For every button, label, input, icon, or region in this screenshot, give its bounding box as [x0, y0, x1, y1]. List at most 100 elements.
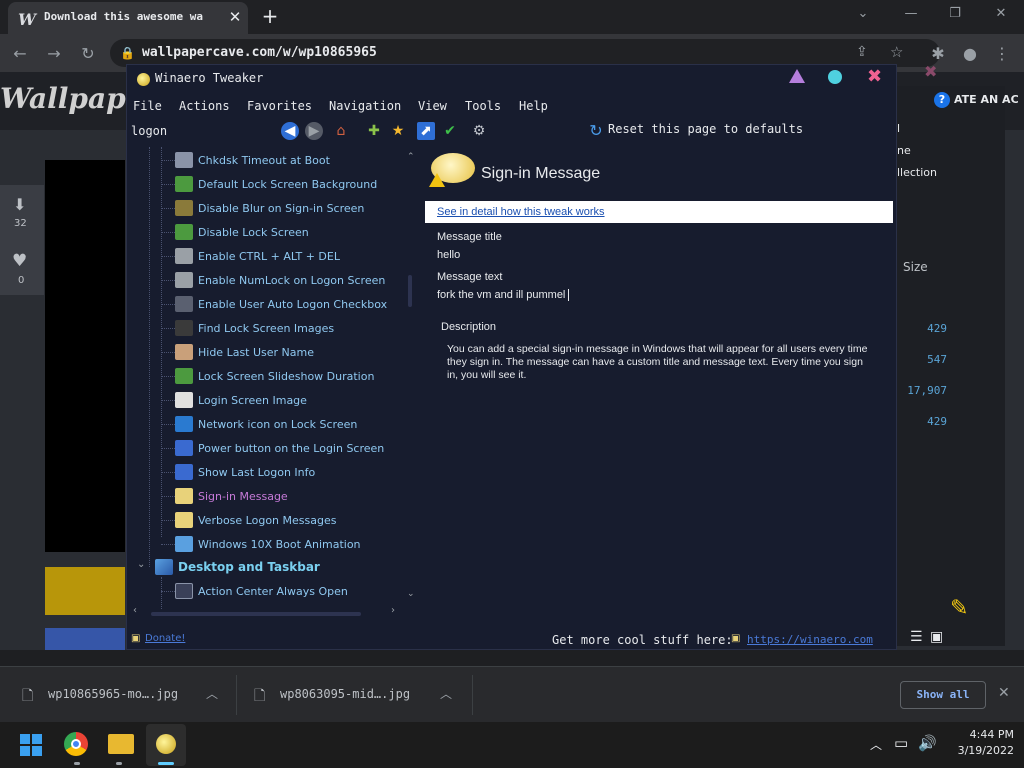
- tree-item[interactable]: Login Screen Image: [175, 389, 307, 411]
- checkmark-icon[interactable]: ✔: [441, 122, 459, 140]
- network-icon[interactable]: ▭: [894, 734, 908, 752]
- thumbnail-blue[interactable]: [45, 628, 125, 650]
- heart-icon[interactable]: ♥: [12, 251, 27, 271]
- browser-tab[interactable]: W Download this awesome wa ✕: [8, 2, 248, 34]
- menu-kebab-icon[interactable]: ⋮: [990, 42, 1014, 66]
- restore-button[interactable]: ❐: [940, 6, 970, 26]
- tree-item-icon: [175, 512, 193, 528]
- bookmark-star-icon[interactable]: ☆: [890, 43, 903, 61]
- background-close-icon[interactable]: ✖: [924, 62, 937, 81]
- list-view-icon[interactable]: ☰: [910, 629, 923, 645]
- tree-item[interactable]: Lock Screen Slideshow Duration: [175, 365, 374, 387]
- forward-arrow-icon[interactable]: ▶: [305, 122, 323, 140]
- tree-item[interactable]: Default Lock Screen Background: [175, 173, 377, 195]
- tree-item[interactable]: Show Last Logon Info: [175, 461, 315, 483]
- search-input[interactable]: logon: [131, 124, 167, 138]
- file-explorer-icon[interactable]: [108, 734, 134, 754]
- winaero-link[interactable]: https://winaero.com: [747, 633, 873, 646]
- reload-button[interactable]: ↻: [76, 42, 100, 66]
- profile-icon[interactable]: ●: [958, 42, 982, 66]
- scroll-up-icon[interactable]: ⌃: [407, 152, 415, 162]
- download-item[interactable]: 🗋 wp10865965-mo….jpg ︿: [0, 673, 236, 717]
- address-bar[interactable]: 🔒 wallpapercave.com/w/wp10865965 ⇪ ☆: [110, 39, 940, 67]
- download-icon[interactable]: ⬇: [13, 195, 26, 214]
- donate-link[interactable]: Donate!: [145, 633, 185, 644]
- tweak-detail-link[interactable]: See in detail how this tweak works: [437, 206, 605, 218]
- tree-item[interactable]: Enable NumLock on Logon Screen: [175, 269, 385, 291]
- wallpaper-preview[interactable]: [45, 160, 125, 552]
- thumbnail-yellow[interactable]: [45, 567, 125, 615]
- menu-file[interactable]: File: [133, 99, 162, 113]
- show-all-button[interactable]: Show all: [900, 681, 986, 709]
- tree-item[interactable]: Disable Lock Screen: [175, 221, 309, 243]
- tree-item[interactable]: Verbose Logon Messages: [175, 509, 336, 531]
- tray-chevron-icon[interactable]: ︿: [870, 736, 882, 753]
- help-icon[interactable]: ?: [934, 92, 950, 108]
- tree-hscrollbar[interactable]: ‹ ›: [133, 605, 403, 619]
- scroll-left-icon[interactable]: ‹: [133, 605, 137, 616]
- clock[interactable]: 4:44 PM 3/19/2022: [944, 728, 1014, 757]
- window-view-icon[interactable]: ▣: [930, 629, 943, 645]
- settings-gear-icon[interactable]: ⚙: [470, 122, 488, 140]
- tab-close-icon[interactable]: ✕: [226, 8, 244, 26]
- volume-icon[interactable]: 🔊: [918, 734, 937, 752]
- header-action-button[interactable]: ATE AN AC: [954, 93, 1019, 106]
- download-item[interactable]: 🗋 wp8063095-mid….jpg ︿: [236, 673, 472, 717]
- favorites-star-icon[interactable]: ★: [389, 122, 407, 140]
- message-text-input[interactable]: fork the vm and ill pummel: [437, 289, 877, 305]
- tree-item[interactable]: Enable User Auto Logon Checkbox: [175, 293, 387, 315]
- close-window-button[interactable]: ✕: [986, 6, 1016, 26]
- tree-item-label: Chkdsk Timeout at Boot: [198, 153, 330, 167]
- download-options-chevron-icon[interactable]: ︿: [206, 685, 218, 702]
- close-app-button[interactable]: ✖: [867, 66, 882, 87]
- hscroll-thumb[interactable]: [151, 612, 361, 616]
- minimize-button[interactable]: —: [896, 6, 926, 26]
- tree-item[interactable]: Disable Blur on Sign-in Screen: [175, 197, 364, 219]
- message-title-input[interactable]: hello: [437, 249, 877, 265]
- menu-favorites[interactable]: Favorites: [247, 99, 312, 113]
- add-favorite-icon[interactable]: ✚: [365, 122, 383, 140]
- tree-item[interactable]: Find Lock Screen Images: [175, 317, 334, 339]
- start-tile: [32, 746, 42, 756]
- tree-category-desktop-taskbar[interactable]: Desktop and Taskbar: [155, 556, 320, 578]
- forward-button[interactable]: →: [42, 42, 66, 66]
- close-shelf-icon[interactable]: ✕: [998, 685, 1010, 701]
- new-tab-button[interactable]: +: [258, 4, 282, 28]
- tree-item[interactable]: Network icon on Lock Screen: [175, 413, 357, 435]
- menu-actions[interactable]: Actions: [179, 99, 230, 113]
- scroll-right-icon[interactable]: ›: [391, 605, 395, 616]
- tree-item[interactable]: Hide Last User Name: [175, 341, 314, 363]
- tree-item[interactable]: Enable CTRL + ALT + DEL: [175, 245, 340, 267]
- download-options-chevron-icon[interactable]: ︿: [440, 685, 452, 702]
- menu-navigation[interactable]: Navigation: [329, 99, 401, 113]
- chrome-taskbar-icon[interactable]: [64, 732, 88, 756]
- reset-arrow-icon[interactable]: ↻: [587, 122, 605, 140]
- menu-help[interactable]: Help: [519, 99, 548, 113]
- menu-tools[interactable]: Tools: [465, 99, 501, 113]
- reset-defaults-link[interactable]: Reset this page to defaults: [608, 122, 803, 136]
- content-title: Sign-in Message: [481, 165, 601, 182]
- menu-view[interactable]: View: [418, 99, 447, 113]
- tree-item[interactable]: Windows 10X Boot Animation: [175, 533, 361, 555]
- export-icon[interactable]: ⬈: [417, 122, 435, 140]
- tree-item-label: Action Center Always Open: [198, 584, 348, 598]
- tree-guide: [149, 147, 150, 567]
- windows-start-icon[interactable]: [20, 734, 42, 756]
- tab-search-chevron-icon[interactable]: ⌄: [848, 6, 878, 26]
- collapse-chevron-icon[interactable]: ⌄: [137, 559, 145, 570]
- message-text-label: Message text: [437, 271, 503, 283]
- tree-item-action-center[interactable]: Action Center Always Open: [175, 580, 348, 602]
- circle-button[interactable]: [828, 70, 842, 84]
- tree-item[interactable]: Sign-in Message: [175, 485, 288, 507]
- scroll-down-icon[interactable]: ⌄: [407, 589, 415, 599]
- share-icon[interactable]: ⇪: [856, 44, 868, 60]
- triangle-button[interactable]: [789, 69, 805, 83]
- scroll-thumb[interactable]: [408, 275, 412, 307]
- tree-scrollbar[interactable]: ⌃ ⌄: [407, 147, 415, 607]
- winaero-taskbar-button[interactable]: [146, 724, 186, 766]
- tree-item[interactable]: Chkdsk Timeout at Boot: [175, 149, 330, 171]
- back-button[interactable]: ←: [8, 42, 32, 66]
- tree-item[interactable]: Power button on the Login Screen: [175, 437, 384, 459]
- back-arrow-icon[interactable]: ◀: [281, 122, 299, 140]
- home-icon[interactable]: ⌂: [332, 122, 350, 140]
